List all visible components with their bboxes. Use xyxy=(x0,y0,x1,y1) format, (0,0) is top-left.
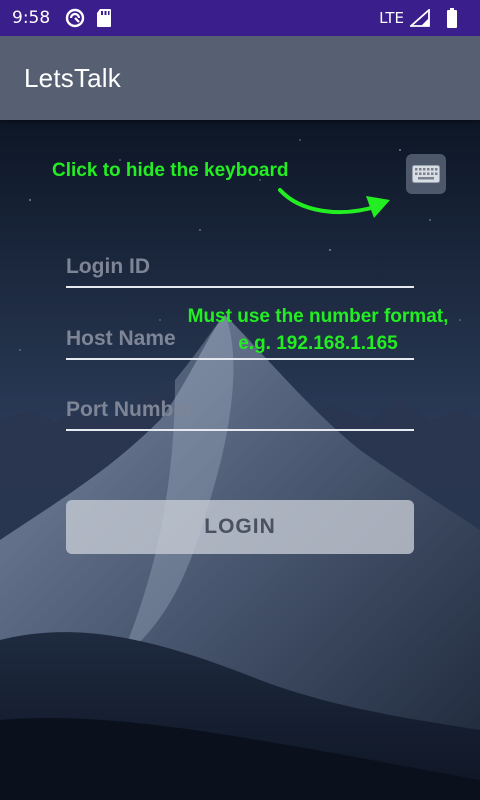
number-format-hint: Must use the number format, e.g. 192.168… xyxy=(168,303,468,357)
hide-keyboard-button[interactable] xyxy=(406,154,446,194)
login-button[interactable]: LOGIN xyxy=(66,500,414,554)
battery-icon xyxy=(446,8,458,28)
vpn-icon xyxy=(64,7,86,29)
hide-keyboard-hint: Click to hide the keyboard xyxy=(52,160,289,181)
hint-arrow xyxy=(278,188,390,218)
status-right: LTE xyxy=(379,8,468,28)
app-title: LetsTalk xyxy=(24,62,121,93)
login-screen: Click to hide the keyboard Must use the … xyxy=(0,120,480,800)
login-id-input[interactable] xyxy=(66,250,414,288)
signal-icon xyxy=(410,9,430,27)
status-bar: 9:58 LTE xyxy=(0,0,480,36)
port-number-input[interactable] xyxy=(66,393,414,431)
status-time: 9:58 xyxy=(12,8,51,28)
background-image xyxy=(0,120,480,800)
keyboard-icon xyxy=(412,165,440,183)
app-bar: LetsTalk xyxy=(0,36,480,120)
port-number-field-wrapper xyxy=(66,393,414,433)
number-format-hint-line1: Must use the number format, xyxy=(187,306,449,327)
number-format-hint-line2: e.g. 192.168.1.165 xyxy=(238,333,398,354)
login-id-field-wrapper xyxy=(66,250,414,290)
sd-card-icon xyxy=(96,8,112,28)
network-type: LTE xyxy=(379,9,404,27)
